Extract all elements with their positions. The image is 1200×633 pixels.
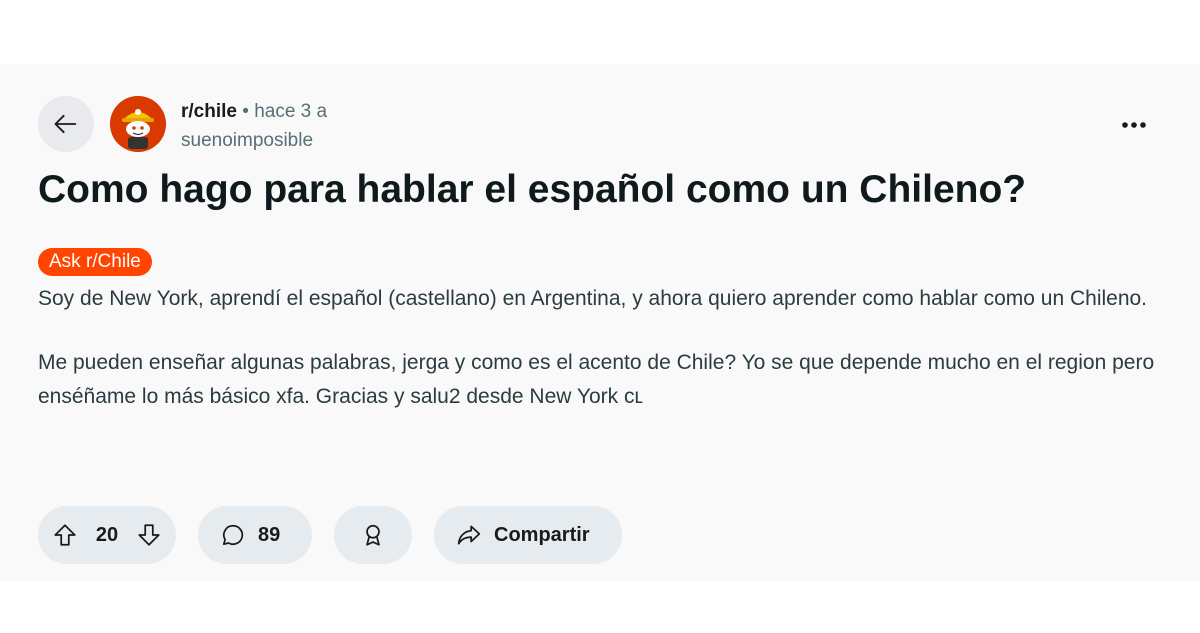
post-meta: r/chile • hace 3 a suenoimposible bbox=[181, 99, 327, 154]
downvote-arrow-icon[interactable] bbox=[136, 522, 162, 548]
award-icon bbox=[360, 522, 386, 548]
share-label: Compartir bbox=[494, 523, 590, 546]
subreddit-avatar[interactable] bbox=[110, 96, 166, 152]
vote-score: 20 bbox=[95, 523, 119, 546]
comment-bubble-icon bbox=[220, 522, 246, 548]
post-flair[interactable]: Ask r/Chile bbox=[38, 248, 152, 276]
body-paragraph: Soy de New York, aprendí el español (cas… bbox=[38, 287, 1148, 310]
arrow-left-icon bbox=[52, 110, 80, 138]
back-button[interactable] bbox=[38, 96, 94, 152]
meta-separator: • bbox=[242, 101, 249, 122]
vote-control: 20 bbox=[38, 506, 176, 564]
post-body: Soy de New York, aprendí el español (cas… bbox=[38, 282, 1168, 444]
share-button[interactable]: Compartir bbox=[434, 506, 622, 564]
upvote-arrow-icon[interactable] bbox=[52, 522, 78, 548]
comments-button[interactable]: 89 bbox=[198, 506, 312, 564]
post-title: Como hago para hablar el español como un… bbox=[38, 168, 1027, 211]
post-actions: 20 89 Compartir bbox=[38, 506, 622, 564]
share-arrow-icon bbox=[456, 522, 482, 548]
more-options-button[interactable] bbox=[1114, 112, 1154, 138]
award-button[interactable] bbox=[334, 506, 412, 564]
subreddit-link[interactable]: r/chile bbox=[181, 101, 237, 122]
comment-count: 89 bbox=[258, 523, 281, 546]
author-link[interactable]: suenoimposible bbox=[181, 128, 327, 154]
more-horizontal-icon bbox=[1121, 121, 1147, 129]
body-paragraph: Me pueden enseñar algunas palabras, jerg… bbox=[38, 351, 1155, 408]
post-time: hace 3 a bbox=[254, 101, 328, 122]
